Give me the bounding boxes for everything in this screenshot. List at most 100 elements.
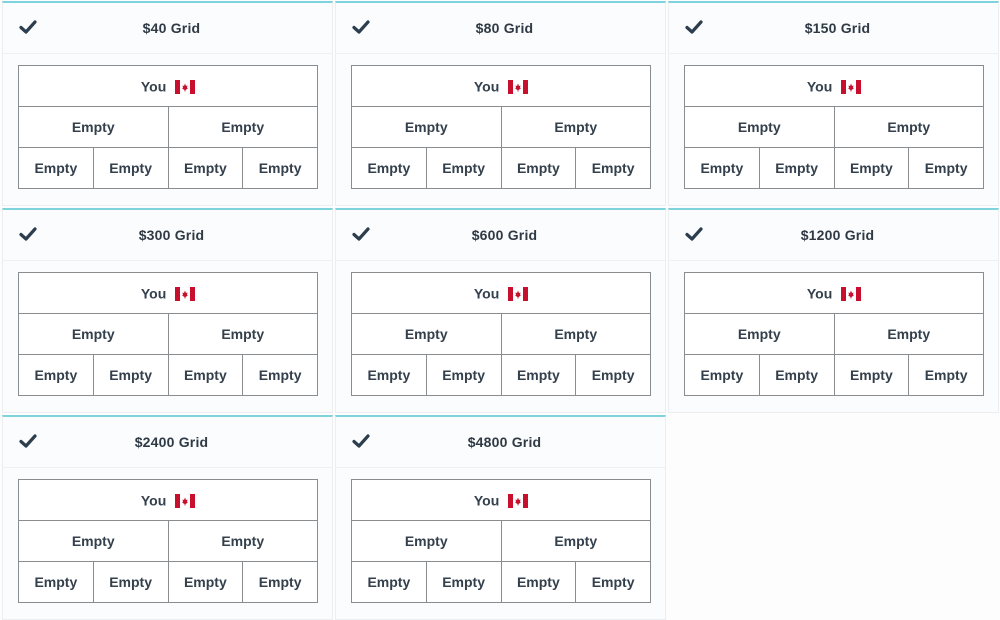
slot-you[interactable]: You <box>18 65 318 107</box>
slot-you[interactable]: You <box>684 272 984 314</box>
slot-empty[interactable]: Empty <box>351 561 427 603</box>
slot-empty[interactable]: Empty <box>425 354 502 396</box>
grid-title: $150 Grid <box>804 20 871 36</box>
grid-card-header[interactable]: $4800 Grid <box>336 417 665 468</box>
grid-card-header[interactable]: $80 Grid <box>336 3 665 54</box>
grid-card-header[interactable]: $40 Grid <box>3 3 332 54</box>
slot-empty[interactable]: Empty <box>167 147 244 189</box>
checkmark-icon <box>685 227 703 241</box>
slot-empty[interactable]: Empty <box>167 313 318 355</box>
slot-you[interactable]: You <box>351 65 651 107</box>
slot-empty[interactable]: Empty <box>833 354 910 396</box>
slot-empty[interactable]: Empty <box>833 106 984 148</box>
slot-you[interactable]: You <box>351 479 651 521</box>
slot-empty[interactable]: Empty <box>908 354 984 396</box>
slot-empty[interactable]: Empty <box>242 354 318 396</box>
slot-empty[interactable]: Empty <box>575 147 651 189</box>
grid-card[interactable]: $1200 Grid You Empty Empty Empty Empty E… <box>668 208 999 413</box>
slot-empty[interactable]: Empty <box>908 147 984 189</box>
slot-empty[interactable]: Empty <box>500 106 651 148</box>
canada-flag-icon <box>841 79 862 94</box>
slot-empty[interactable]: Empty <box>500 520 651 562</box>
slot-empty[interactable]: Empty <box>758 354 835 396</box>
slot-empty[interactable]: Empty <box>351 147 427 189</box>
grid-title: $1200 Grid <box>800 227 875 243</box>
grid-card-header[interactable]: $300 Grid <box>3 210 332 261</box>
slot-empty[interactable]: Empty <box>500 313 651 355</box>
grid-card-header[interactable]: $150 Grid <box>669 3 998 54</box>
slot-you-label: You <box>140 492 167 509</box>
slot-row-bottom: Empty Empty Empty Empty <box>18 147 318 189</box>
slot-you[interactable]: You <box>684 65 984 107</box>
grid-title: $300 Grid <box>138 227 205 243</box>
slot-empty[interactable]: Empty <box>833 313 984 355</box>
slot-table: You Empty Empty Empty Empty Empty Empty <box>684 65 984 189</box>
slot-empty[interactable]: Empty <box>18 354 94 396</box>
slot-empty[interactable]: Empty <box>758 147 835 189</box>
grid-card[interactable]: $4800 Grid You Empty Empty Empty Empty E… <box>335 415 666 620</box>
grid-card[interactable]: $150 Grid You Empty Empty Empty Empty Em… <box>668 1 999 206</box>
slot-empty[interactable]: Empty <box>684 313 835 355</box>
slot-empty[interactable]: Empty <box>351 106 502 148</box>
slot-empty[interactable]: Empty <box>242 561 318 603</box>
slot-empty[interactable]: Empty <box>242 147 318 189</box>
slot-row-top: You <box>684 272 984 314</box>
slot-empty[interactable]: Empty <box>684 147 760 189</box>
slot-empty[interactable]: Empty <box>500 561 577 603</box>
checkmark-icon <box>19 227 37 241</box>
slot-empty[interactable]: Empty <box>18 520 169 562</box>
slot-row-top: You <box>18 65 318 107</box>
slot-empty[interactable]: Empty <box>575 354 651 396</box>
slot-row-bottom: Empty Empty Empty Empty <box>351 354 651 396</box>
grid-card-header[interactable]: $1200 Grid <box>669 210 998 261</box>
slot-you[interactable]: You <box>18 479 318 521</box>
slot-empty[interactable]: Empty <box>92 147 169 189</box>
slot-table: You Empty Empty Empty Empty Empty Empty <box>18 479 318 603</box>
slot-table: You Empty Empty Empty Empty Empty Empty <box>351 272 651 396</box>
canada-flag-icon <box>508 493 529 508</box>
slot-empty[interactable]: Empty <box>351 520 502 562</box>
slot-empty[interactable]: Empty <box>425 147 502 189</box>
canada-flag-icon <box>175 493 196 508</box>
slot-you[interactable]: You <box>18 272 318 314</box>
slot-you-label: You <box>140 285 167 302</box>
slot-empty[interactable]: Empty <box>833 147 910 189</box>
grid-card[interactable]: $80 Grid You Empty Empty Empty Empty Emp… <box>335 1 666 206</box>
slot-empty[interactable]: Empty <box>167 561 244 603</box>
grid-card[interactable]: $40 Grid You Empty Empty Empty Empty Emp… <box>2 1 333 206</box>
slot-empty[interactable]: Empty <box>92 354 169 396</box>
checkmark-icon <box>685 20 703 34</box>
slot-row-bottom: Empty Empty Empty Empty <box>351 561 651 603</box>
grid-card[interactable]: $2400 Grid You Empty Empty Empty Empty E… <box>2 415 333 620</box>
slot-empty[interactable]: Empty <box>18 147 94 189</box>
slot-empty[interactable]: Empty <box>351 354 427 396</box>
slot-empty[interactable]: Empty <box>425 561 502 603</box>
slot-empty[interactable]: Empty <box>167 520 318 562</box>
slot-empty[interactable]: Empty <box>351 313 502 355</box>
slot-empty[interactable]: Empty <box>500 147 577 189</box>
slot-empty[interactable]: Empty <box>92 561 169 603</box>
slot-empty[interactable]: Empty <box>167 354 244 396</box>
slot-row-top: You <box>18 479 318 521</box>
grid-list: $40 Grid You Empty Empty Empty Empty Emp… <box>0 0 1000 620</box>
slot-empty[interactable]: Empty <box>18 106 169 148</box>
slot-empty[interactable]: Empty <box>575 561 651 603</box>
slot-row-top: You <box>351 479 651 521</box>
grid-card-header[interactable]: $2400 Grid <box>3 417 332 468</box>
slot-you[interactable]: You <box>351 272 651 314</box>
slot-empty[interactable]: Empty <box>167 106 318 148</box>
slot-you-label: You <box>473 285 500 302</box>
grid-card[interactable]: $600 Grid You Empty Empty Empty Empty Em… <box>335 208 666 413</box>
slot-row-middle: Empty Empty <box>18 313 318 355</box>
slot-empty[interactable]: Empty <box>500 354 577 396</box>
slot-empty[interactable]: Empty <box>684 354 760 396</box>
canada-flag-icon <box>175 286 196 301</box>
slot-empty[interactable]: Empty <box>18 313 169 355</box>
grid-card[interactable]: $300 Grid You Empty Empty Empty Empty Em… <box>2 208 333 413</box>
checkmark-icon <box>19 20 37 34</box>
slot-row-middle: Empty Empty <box>351 520 651 562</box>
grid-card-header[interactable]: $600 Grid <box>336 210 665 261</box>
canada-flag-icon <box>175 79 196 94</box>
slot-empty[interactable]: Empty <box>18 561 94 603</box>
slot-empty[interactable]: Empty <box>684 106 835 148</box>
